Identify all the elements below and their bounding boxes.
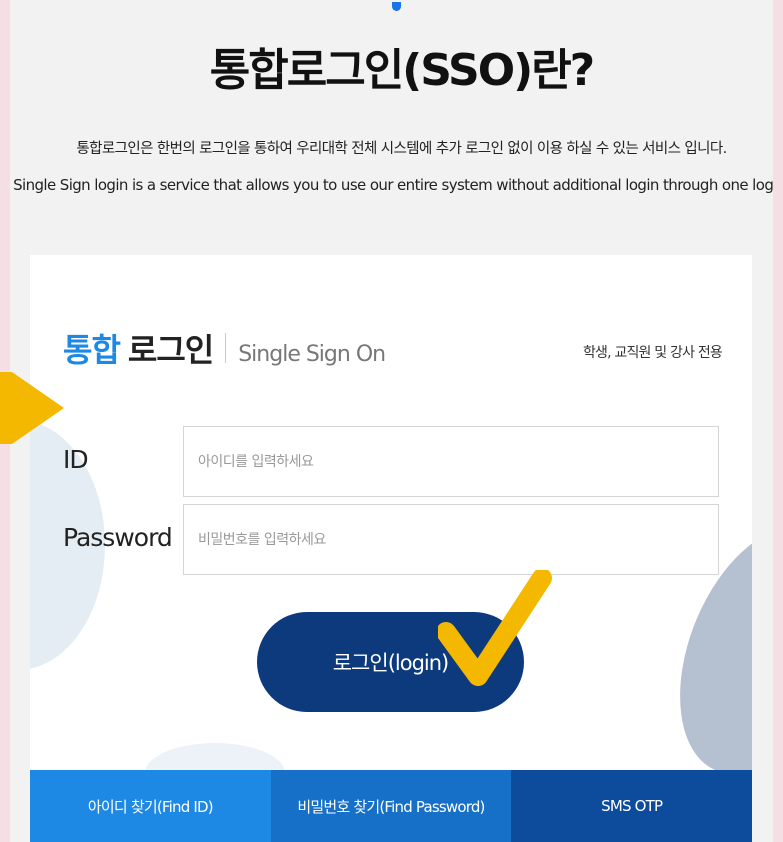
top-indicator [392, 2, 401, 11]
heading-divider [225, 333, 227, 363]
login-card: 통합 로그인 Single Sign On 학생, 교직원 및 강사 전용 ID… [30, 255, 752, 775]
tab-sms-otp[interactable]: SMS OTP [511, 770, 753, 842]
heading-main: 로그인 [127, 331, 214, 369]
password-label: Password [63, 523, 173, 552]
tab-find-id[interactable]: 아이디 찾기(Find ID) [30, 770, 271, 842]
login-heading: 통합 로그인 Single Sign On [63, 325, 386, 371]
help-tabs: 아이디 찾기(Find ID) 비밀번호 찾기(Find Password) S… [30, 770, 753, 842]
id-label: ID [63, 445, 89, 474]
description-english: Single Sign login is a service that allo… [13, 176, 773, 194]
password-input[interactable] [183, 504, 719, 575]
user-note: 학생, 교직원 및 강사 전용 [582, 345, 723, 361]
id-input[interactable] [183, 426, 719, 497]
login-button[interactable]: 로그인(login) [257, 612, 524, 712]
tab-find-password[interactable]: 비밀번호 찾기(Find Password) [270, 770, 512, 842]
description-korean: 통합로그인은 한번의 로그인을 통하여 우리대학 전체 시스템에 추가 로그인 … [76, 141, 727, 157]
page-title: 통합로그인(SSO)란? [209, 45, 595, 96]
heading-subtitle: Single Sign On [238, 342, 386, 367]
heading-accent: 통합 [63, 331, 121, 369]
